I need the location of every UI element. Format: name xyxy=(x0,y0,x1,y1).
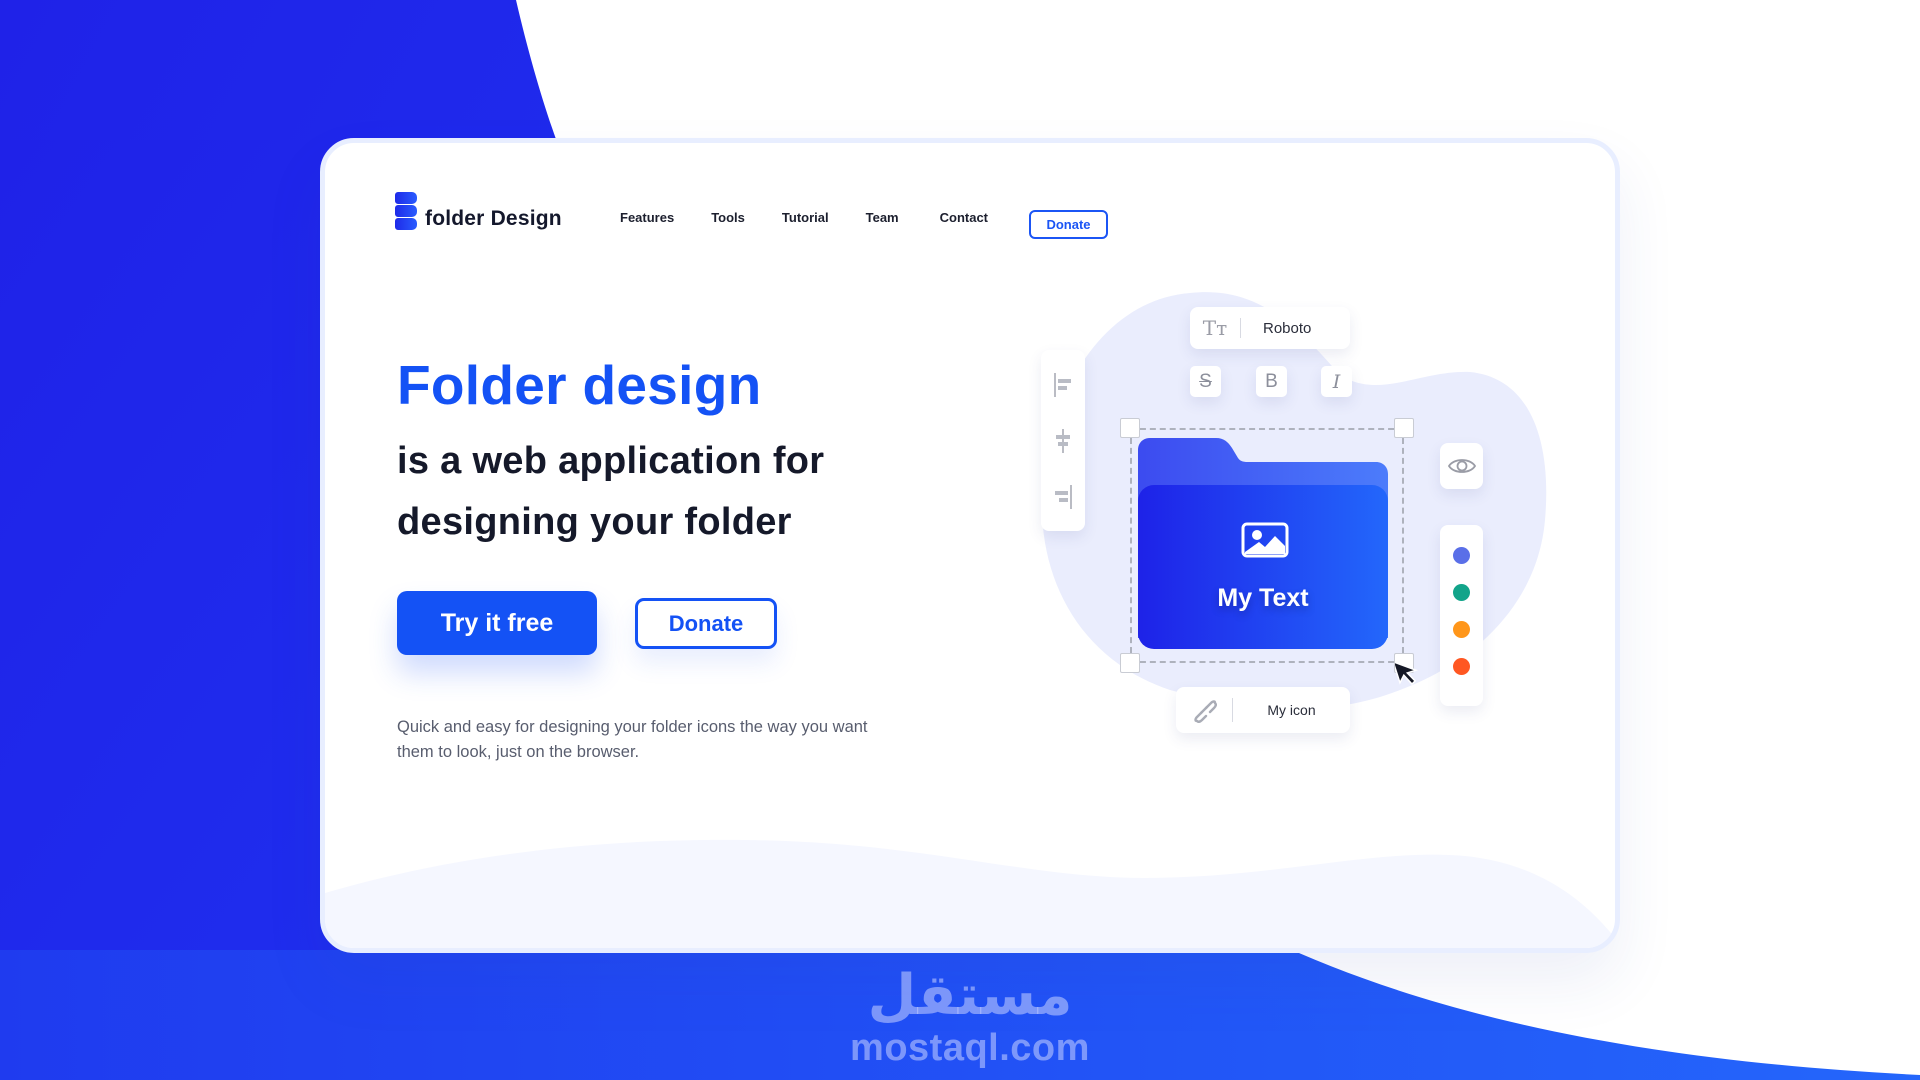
hero-subtitle-line-1: is a web application for xyxy=(397,440,825,482)
resize-handle-top-left[interactable] xyxy=(1120,418,1140,438)
color-swatch-blue[interactable] xyxy=(1453,547,1470,564)
color-swatch-red[interactable] xyxy=(1453,658,1470,675)
watermark-latin: mostaql.com xyxy=(850,1027,1090,1069)
logo-text: folder Design xyxy=(425,207,562,230)
color-swatch-green[interactable] xyxy=(1453,584,1470,601)
card-bottom-wave xyxy=(325,839,1615,948)
mostaql-watermark: مستقل mostaql.com xyxy=(850,963,1090,1070)
nav-features[interactable]: Features xyxy=(620,210,674,225)
link-icon xyxy=(1176,697,1232,723)
color-swatch-orange[interactable] xyxy=(1453,621,1470,638)
nav-contact[interactable]: Contact xyxy=(940,210,988,225)
selection-box xyxy=(1130,428,1404,663)
nav-tools[interactable]: Tools xyxy=(711,210,745,225)
nav-team[interactable]: Team xyxy=(866,210,899,225)
hero-subtitle: is a web application for designing your … xyxy=(397,431,824,553)
main-nav: Features Tools Tutorial Team Contact xyxy=(620,210,1025,225)
italic-icon: I xyxy=(1332,370,1341,393)
logo-mark-icon xyxy=(395,192,421,230)
landing-page-card: folder Design Features Tools Tutorial Te… xyxy=(320,138,1620,953)
align-left-icon[interactable] xyxy=(1051,370,1075,400)
nav-tutorial[interactable]: Tutorial xyxy=(782,210,829,225)
icon-selector[interactable]: My icon xyxy=(1176,687,1350,733)
resize-handle-top-right[interactable] xyxy=(1394,418,1414,438)
try-it-free-button[interactable]: Try it free xyxy=(397,591,597,655)
donate-button[interactable]: Donate xyxy=(635,598,777,649)
color-palette xyxy=(1440,525,1483,706)
align-right-icon[interactable] xyxy=(1051,482,1075,512)
icon-name: My icon xyxy=(1267,702,1316,718)
visibility-toggle[interactable] xyxy=(1440,443,1483,489)
align-toolbar xyxy=(1041,350,1085,531)
hero-description: Quick and easy for designing your folder… xyxy=(397,718,868,761)
italic-button[interactable]: I xyxy=(1321,366,1352,397)
hero-title: Folder design xyxy=(397,354,762,416)
bold-button[interactable]: B xyxy=(1256,366,1287,397)
text-size-icon: Tт xyxy=(1202,316,1228,340)
strikethrough-icon: S xyxy=(1199,370,1212,392)
strikethrough-button[interactable]: S xyxy=(1190,366,1221,397)
mouse-cursor-icon xyxy=(1395,660,1419,686)
resize-handle-bottom-left[interactable] xyxy=(1120,653,1140,673)
font-selector[interactable]: Tт Roboto xyxy=(1190,307,1350,349)
font-name: Roboto xyxy=(1263,319,1312,337)
eye-icon xyxy=(1447,459,1476,473)
nav-donate-button[interactable]: Donate xyxy=(1029,210,1108,239)
logo[interactable]: folder Design xyxy=(395,192,562,230)
align-center-icon[interactable] xyxy=(1051,426,1075,456)
bold-icon: B xyxy=(1265,370,1278,392)
hero-subtitle-line-2: designing your folder xyxy=(397,501,792,543)
watermark-arabic: مستقل xyxy=(867,963,1073,1028)
